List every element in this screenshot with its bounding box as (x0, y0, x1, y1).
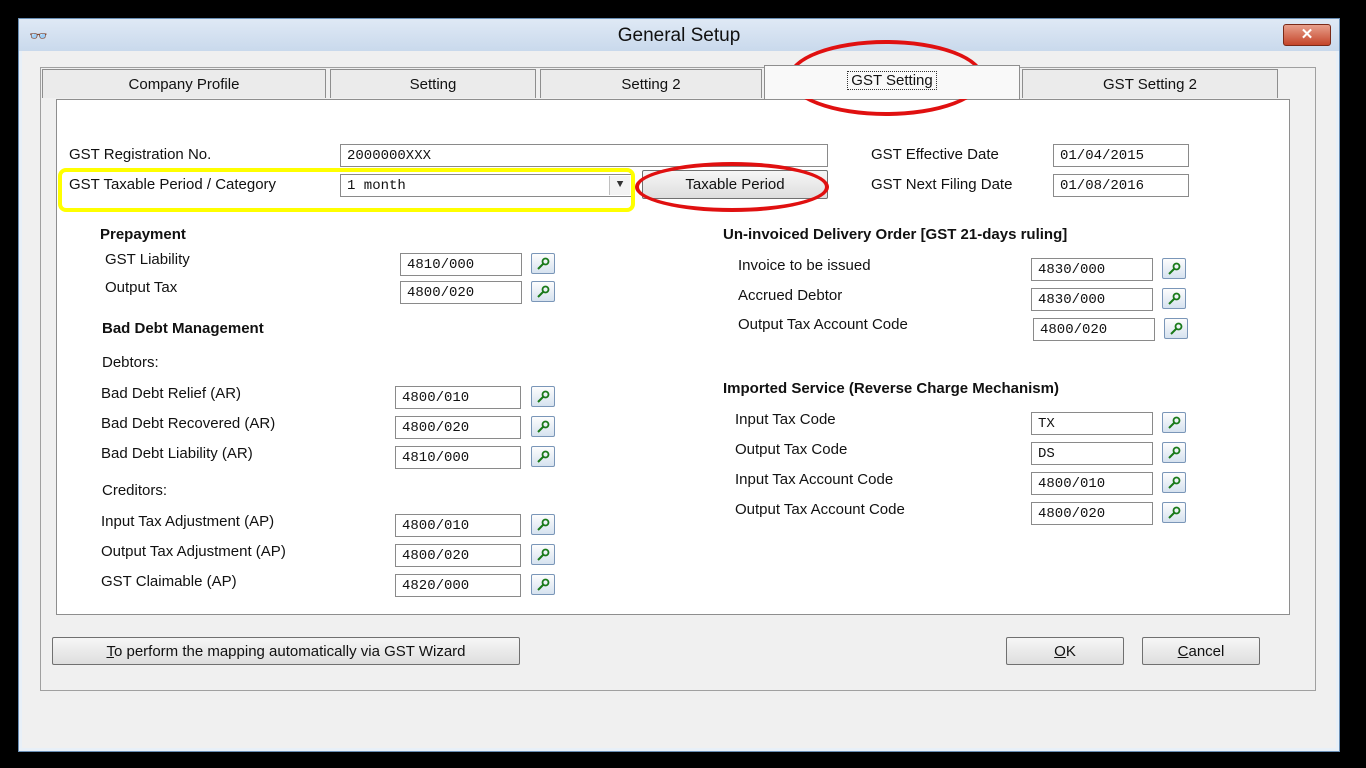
creditors-label: Creditors: (102, 482, 168, 499)
key-icon (537, 420, 550, 433)
output-tax-adjustment-input[interactable]: 4800/020 (395, 544, 521, 567)
gst-wizard-label: o perform the mapping automatically via … (113, 643, 466, 660)
tab-company-profile[interactable]: Company Profile (42, 69, 326, 98)
bad-debt-liability-input[interactable]: 4810/000 (395, 446, 521, 469)
close-button[interactable]: ✕ (1283, 24, 1331, 46)
gst-claimable-lookup-button[interactable] (531, 574, 555, 595)
key-icon (1168, 476, 1181, 489)
prepayment-header: Prepayment (100, 226, 186, 243)
uninvoiced-header: Un-invoiced Delivery Order [GST 21-days … (723, 226, 1068, 243)
output-tax-code-input[interactable]: DS (1031, 442, 1153, 465)
output-tax-input[interactable]: 4800/020 (400, 281, 522, 304)
imported-service-header: Imported Service (Reverse Charge Mechani… (723, 380, 1059, 397)
bad-debt-liability-label: Bad Debt Liability (AR) (101, 445, 253, 462)
tab-gst-setting-2[interactable]: GST Setting 2 (1022, 69, 1278, 98)
bad-debt-recovered-label: Bad Debt Recovered (AR) (101, 415, 276, 432)
gst-taxable-period-value: 1 month (347, 178, 406, 194)
gst-wizard-button[interactable]: To perform the mapping automatically via… (52, 637, 520, 665)
output-tax-lookup-button[interactable] (531, 281, 555, 302)
window-title: General Setup (617, 25, 741, 46)
bad-debt-relief-label: Bad Debt Relief (AR) (101, 385, 242, 402)
gst-taxable-period-label: GST Taxable Period / Category (69, 176, 277, 193)
gst-registration-label: GST Registration No. (69, 146, 212, 163)
bad-debt-relief-input[interactable]: 4800/010 (395, 386, 521, 409)
key-icon (537, 257, 550, 270)
input-tax-adjustment-label: Input Tax Adjustment (AP) (101, 513, 275, 530)
input-tax-account-code-lookup-button[interactable] (1162, 472, 1186, 493)
gst-registration-input[interactable]: 2000000XXX (340, 144, 828, 167)
uninvoiced-output-tax-account-input[interactable]: 4800/020 (1033, 318, 1155, 341)
gst-next-filing-date-input[interactable]: 01/08/2016 (1053, 174, 1189, 197)
input-tax-code-input[interactable]: TX (1031, 412, 1153, 435)
title-bar[interactable]: 👓 General Setup ✕ (19, 19, 1339, 51)
imported-output-tax-account-lookup-button[interactable] (1162, 502, 1186, 523)
accrued-debtor-lookup-button[interactable] (1162, 288, 1186, 309)
imported-output-tax-account-label: Output Tax Account Code (735, 501, 905, 518)
input-tax-account-code-input[interactable]: 4800/010 (1031, 472, 1153, 495)
gst-effective-date-label: GST Effective Date (871, 146, 999, 163)
invoice-to-be-issued-input[interactable]: 4830/000 (1031, 258, 1153, 281)
debtors-label: Debtors: (102, 354, 159, 371)
key-icon (1168, 416, 1181, 429)
cancel-button[interactable]: Cancel (1142, 637, 1260, 665)
general-setup-window: 👓 General Setup ✕ Company Profile Settin… (18, 18, 1340, 752)
bad-debt-recovered-lookup-button[interactable] (531, 416, 555, 437)
gst-liability-lookup-button[interactable] (531, 253, 555, 274)
tab-gst-setting[interactable]: GST Setting (764, 65, 1020, 99)
gst-taxable-period-select[interactable]: 1 month ▼ (340, 174, 632, 197)
accrued-debtor-label: Accrued Debtor (738, 287, 843, 304)
tab-setting[interactable]: Setting (330, 69, 536, 98)
invoice-to-be-issued-label: Invoice to be issued (738, 257, 871, 274)
gst-claimable-label: GST Claimable (AP) (101, 573, 237, 590)
input-tax-adjustment-input[interactable]: 4800/010 (395, 514, 521, 537)
imported-output-tax-account-input[interactable]: 4800/020 (1031, 502, 1153, 525)
uninvoiced-output-tax-account-label: Output Tax Account Code (738, 316, 908, 333)
key-icon (537, 285, 550, 298)
output-tax-adjustment-label: Output Tax Adjustment (AP) (101, 543, 286, 560)
key-icon (1168, 446, 1181, 459)
input-tax-code-lookup-button[interactable] (1162, 412, 1186, 433)
taxable-period-button[interactable]: Taxable Period (642, 170, 828, 199)
chevron-down-icon[interactable]: ▼ (609, 176, 630, 195)
key-icon (1170, 322, 1183, 335)
output-tax-code-lookup-button[interactable] (1162, 442, 1186, 463)
key-icon (537, 578, 550, 591)
input-tax-code-label: Input Tax Code (735, 411, 836, 428)
bad-debt-relief-lookup-button[interactable] (531, 386, 555, 407)
cancel-label: ancel (1188, 643, 1225, 660)
key-icon (1168, 262, 1181, 275)
gst-wizard-hotkey: T (106, 643, 114, 660)
output-tax-code-label: Output Tax Code (735, 441, 848, 458)
key-icon (537, 450, 550, 463)
bad-debt-liability-lookup-button[interactable] (531, 446, 555, 467)
bad-debt-header: Bad Debt Management (102, 320, 264, 337)
invoice-to-be-issued-lookup-button[interactable] (1162, 258, 1186, 279)
key-icon (537, 518, 550, 531)
tab-setting-2[interactable]: Setting 2 (540, 69, 762, 98)
uninvoiced-output-tax-account-lookup-button[interactable] (1164, 318, 1188, 339)
gst-effective-date-input[interactable]: 01/04/2015 (1053, 144, 1189, 167)
input-tax-adjustment-lookup-button[interactable] (531, 514, 555, 535)
ok-hotkey: O (1054, 643, 1066, 660)
input-tax-account-code-label: Input Tax Account Code (735, 471, 894, 488)
gst-next-filing-date-label: GST Next Filing Date (871, 176, 1013, 193)
key-icon (537, 548, 550, 561)
key-icon (1168, 292, 1181, 305)
gst-liability-label: GST Liability (105, 251, 190, 268)
gst-setting-panel: GST Registration No. 2000000XXX GST Taxa… (56, 99, 1290, 615)
gst-claimable-input[interactable]: 4820/000 (395, 574, 521, 597)
output-tax-label: Output Tax (105, 279, 178, 296)
client-area: Company Profile Setting Setting 2 GST Se… (22, 40, 1336, 748)
key-icon (537, 390, 550, 403)
cancel-hotkey: C (1177, 643, 1189, 660)
ok-label: K (1065, 643, 1076, 660)
ok-button[interactable]: OK (1006, 637, 1124, 665)
output-tax-adjustment-lookup-button[interactable] (531, 544, 555, 565)
bad-debt-recovered-input[interactable]: 4800/020 (395, 416, 521, 439)
key-icon (1168, 506, 1181, 519)
gst-liability-input[interactable]: 4810/000 (400, 253, 522, 276)
accrued-debtor-input[interactable]: 4830/000 (1031, 288, 1153, 311)
